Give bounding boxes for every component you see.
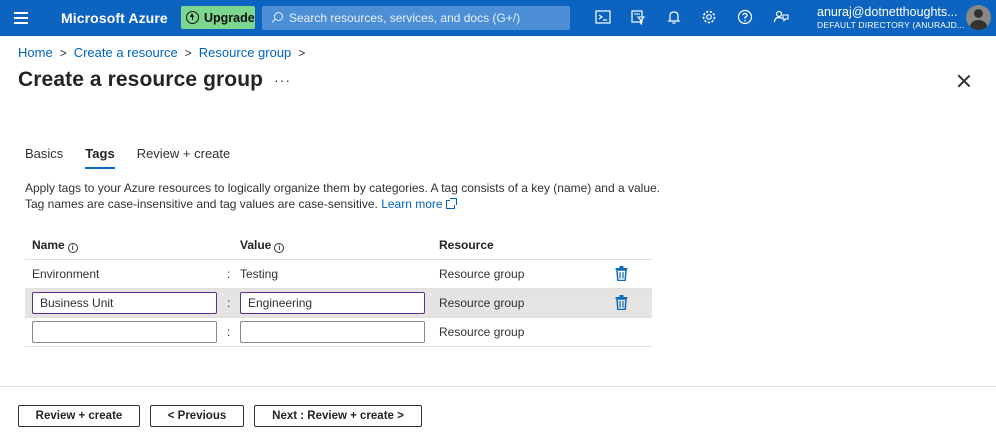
feedback-icon[interactable] bbox=[772, 9, 790, 27]
table-header: Name i Value i Resource bbox=[25, 230, 652, 260]
header-name-label: Name bbox=[32, 238, 65, 252]
table-row: Environment : Testing Resource group bbox=[25, 260, 652, 289]
tag-resource: Resource group bbox=[439, 267, 525, 281]
breadcrumb-resource-group[interactable]: Resource group bbox=[199, 45, 292, 60]
tag-value-input[interactable] bbox=[240, 292, 425, 314]
tag-value[interactable]: Testing bbox=[240, 267, 278, 281]
search-input[interactable] bbox=[289, 11, 569, 25]
header-name: Name i bbox=[32, 238, 78, 253]
upgrade-label: Upgrade bbox=[204, 10, 255, 25]
account-info[interactable]: anuraj@dotnetthoughts... DEFAULT DIRECTO… bbox=[817, 5, 965, 31]
breadcrumb-home[interactable]: Home bbox=[18, 45, 53, 60]
brand-title[interactable]: Microsoft Azure bbox=[61, 10, 168, 26]
chevron-right-icon: > bbox=[59, 45, 67, 60]
description-line-2: Tag names are case-insensitive and tag v… bbox=[25, 196, 665, 212]
separator: : bbox=[227, 296, 231, 310]
tab-basics[interactable]: Basics bbox=[25, 146, 63, 167]
separator: : bbox=[227, 267, 231, 281]
tab-tags[interactable]: Tags bbox=[85, 146, 116, 169]
external-link-icon bbox=[445, 198, 457, 209]
info-icon[interactable]: i bbox=[67, 243, 78, 253]
more-options-icon[interactable]: ··· bbox=[274, 72, 291, 88]
hamburger-menu-icon[interactable] bbox=[14, 12, 28, 24]
breadcrumb-create-resource[interactable]: Create a resource bbox=[74, 45, 178, 60]
page-title: Create a resource group bbox=[18, 68, 264, 91]
footer-divider bbox=[0, 386, 996, 387]
delete-tag-icon[interactable] bbox=[615, 295, 628, 311]
learn-more-link[interactable]: Learn more bbox=[381, 197, 457, 211]
delete-tag-icon[interactable] bbox=[615, 266, 628, 282]
table-row: : Resource group bbox=[25, 289, 652, 318]
header-resource: Resource bbox=[439, 238, 494, 252]
separator: : bbox=[227, 325, 231, 339]
tab-review-create[interactable]: Review + create bbox=[137, 146, 231, 167]
tab-strip: Basics Tags Review + create bbox=[25, 146, 252, 169]
header-value: Value i bbox=[240, 238, 285, 253]
global-search[interactable] bbox=[262, 6, 570, 30]
tag-name[interactable]: Environment bbox=[32, 267, 99, 281]
review-create-button[interactable]: Review + create bbox=[18, 405, 140, 427]
tags-table: Name i Value i Resource Environment : Test… bbox=[25, 230, 652, 347]
tags-description: Apply tags to your Azure resources to lo… bbox=[25, 180, 665, 212]
directory-filter-icon[interactable] bbox=[629, 9, 647, 27]
description-line-2-text: Tag names are case-insensitive and tag v… bbox=[25, 197, 378, 211]
chevron-right-icon: > bbox=[298, 45, 306, 60]
chevron-right-icon: > bbox=[184, 45, 192, 60]
tag-name-input[interactable] bbox=[32, 321, 217, 343]
top-bar: Microsoft Azure Upgrade anuraj@dotnettho… bbox=[0, 0, 996, 36]
learn-more-label: Learn more bbox=[381, 197, 443, 211]
description-line-1: Apply tags to your Azure resources to lo… bbox=[25, 181, 661, 195]
user-name: anuraj@dotnetthoughts... bbox=[817, 5, 958, 19]
breadcrumb: Home > Create a resource > Resource grou… bbox=[18, 45, 312, 60]
settings-icon[interactable] bbox=[700, 9, 718, 27]
tag-value-input[interactable] bbox=[240, 321, 425, 343]
notifications-icon[interactable] bbox=[665, 9, 683, 27]
tag-name-input[interactable] bbox=[32, 292, 217, 314]
user-directory: DEFAULT DIRECTORY (ANURAJD... bbox=[817, 20, 965, 30]
next-button[interactable]: Next : Review + create > bbox=[254, 405, 422, 427]
tag-resource: Resource group bbox=[439, 325, 525, 339]
avatar[interactable] bbox=[966, 5, 991, 30]
search-icon bbox=[271, 12, 283, 24]
upgrade-arrow-icon bbox=[186, 11, 199, 24]
close-icon[interactable] bbox=[955, 73, 973, 91]
cloud-shell-icon[interactable] bbox=[594, 9, 612, 27]
help-icon[interactable] bbox=[736, 9, 754, 27]
info-icon[interactable]: i bbox=[274, 243, 285, 253]
table-row: : Resource group bbox=[25, 318, 652, 347]
header-value-label: Value bbox=[240, 238, 272, 252]
tag-resource: Resource group bbox=[439, 296, 525, 310]
previous-button[interactable]: < Previous bbox=[150, 405, 244, 427]
upgrade-button[interactable]: Upgrade bbox=[181, 6, 255, 29]
